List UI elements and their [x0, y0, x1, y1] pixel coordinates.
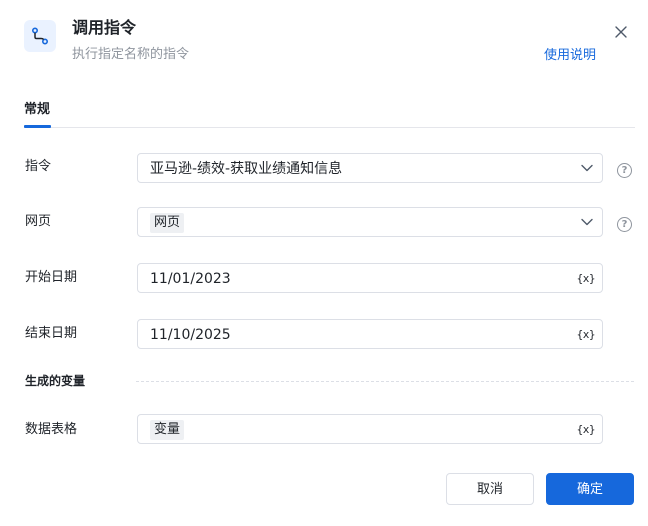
end-date-value: 11/10/2025 — [150, 327, 231, 343]
command-label: 指令 — [25, 159, 52, 174]
tab-divider — [24, 127, 635, 128]
end-date-label: 结束日期 — [25, 326, 78, 341]
command-select-value: 亚马逊-绩效-获取业绩通知信息 — [150, 161, 343, 177]
help-question-icon[interactable]: ? — [617, 163, 632, 178]
flow-connector-icon — [24, 20, 56, 52]
chevron-down-icon[interactable] — [580, 215, 594, 229]
tab-general[interactable]: 常规 — [24, 101, 50, 119]
variable-tag: 变量 — [150, 420, 185, 440]
variable-insert-icon[interactable]: {x} — [577, 328, 596, 342]
close-icon — [615, 26, 627, 38]
dialog-title: 调用指令 — [72, 18, 137, 37]
data-table-variable-input[interactable]: 变量 {x} — [137, 414, 603, 444]
start-date-input[interactable]: 11/01/2023 {x} — [137, 263, 603, 293]
help-link[interactable]: 使用说明 — [544, 47, 596, 65]
start-date-label: 开始日期 — [25, 270, 78, 285]
active-tab-indicator — [24, 125, 51, 128]
start-date-value: 11/01/2023 — [150, 271, 231, 287]
variable-insert-icon[interactable]: {x} — [577, 423, 596, 437]
command-select[interactable]: 亚马逊-绩效-获取业绩通知信息 — [137, 153, 603, 183]
cancel-button[interactable]: 取消 — [446, 473, 534, 505]
confirm-button[interactable]: 确定 — [546, 473, 634, 505]
help-question-icon[interactable]: ? — [617, 217, 632, 232]
section-divider — [136, 381, 634, 382]
data-table-label: 数据表格 — [25, 422, 78, 437]
close-button[interactable] — [610, 21, 632, 43]
variable-insert-icon[interactable]: {x} — [577, 272, 596, 286]
invoke-command-dialog: 调用指令 执行指定名称的指令 使用说明 常规 指令 亚马逊-绩效-获取业绩通知信… — [0, 0, 648, 526]
webpage-label: 网页 — [25, 214, 52, 229]
chevron-down-icon[interactable] — [580, 161, 594, 175]
webpage-select[interactable]: 网页 — [137, 207, 603, 237]
generated-variables-heading: 生成的变量 — [25, 374, 86, 388]
webpage-tag: 网页 — [150, 213, 185, 233]
dialog-subtitle: 执行指定名称的指令 — [72, 47, 190, 62]
end-date-input[interactable]: 11/10/2025 {x} — [137, 319, 603, 349]
